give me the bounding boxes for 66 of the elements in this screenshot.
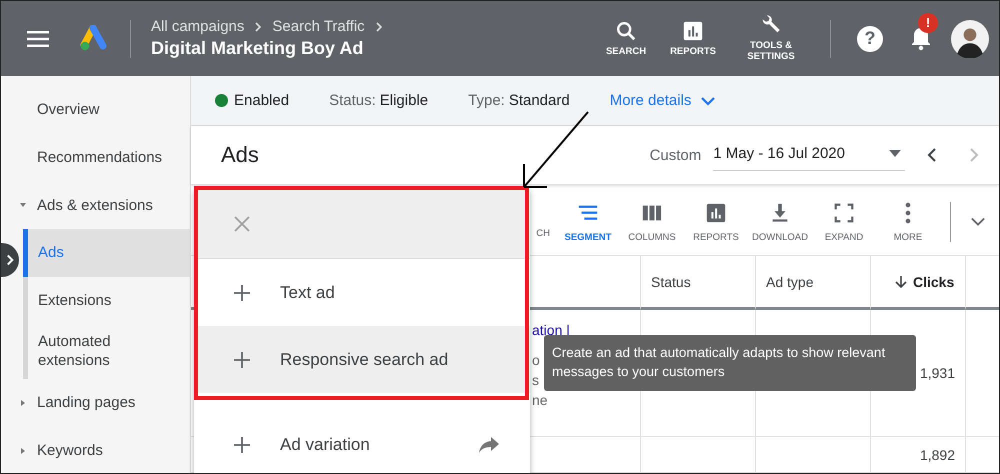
columns-button[interactable]: COLUMNS: [620, 202, 684, 242]
type-value: Standard: [508, 92, 570, 109]
table-header-cell: [966, 255, 999, 310]
page-title: Ads: [221, 142, 259, 168]
campaign-title: Digital Marketing Boy Ad: [151, 38, 364, 59]
sidebar-group[interactable]: Keywords: [37, 442, 103, 459]
ad-text: ne: [532, 391, 548, 410]
menu-icon[interactable]: [27, 30, 49, 46]
bar-chart-icon: [682, 20, 704, 42]
help-button[interactable]: ?: [857, 26, 883, 52]
sidebar-item[interactable]: Automated extensions: [28, 325, 148, 378]
expand-button[interactable]: EXPAND: [812, 202, 876, 242]
column-header[interactable]: Status: [641, 255, 756, 310]
caret-icon[interactable]: [19, 398, 27, 406]
chevron-icon: [254, 20, 262, 32]
search-icon: [615, 20, 637, 42]
plus-icon: [234, 284, 250, 300]
tooltip: Create an ad that automatically adapts to show relevant messages to your customers: [544, 335, 916, 391]
status-label: Status:: [329, 92, 376, 109]
sidebar-item[interactable]: Overview: [1, 85, 190, 133]
column-header[interactable]: Ad type: [756, 255, 871, 310]
reports-icon: [705, 202, 727, 224]
chevron-down-icon: [701, 96, 716, 106]
sidebar-group[interactable]: Ads & extensions: [37, 196, 153, 214]
reports-button[interactable]: REPORTS: [670, 20, 716, 58]
tools-button[interactable]: TOOLS & SETTINGS: [740, 14, 802, 63]
sidebar-item[interactable]: Extensions: [28, 277, 148, 325]
chevron-down-icon[interactable]: [971, 217, 985, 227]
more-icon: [905, 202, 911, 224]
segment-button[interactable]: SEGMENT: [556, 202, 620, 242]
share-arrow-icon: [478, 436, 500, 454]
download-button[interactable]: DOWNLOAD: [748, 202, 812, 242]
plus-icon: [234, 352, 250, 368]
sidebar-group[interactable]: Landing pages: [37, 394, 136, 411]
expand-icon: [833, 202, 855, 224]
search-button[interactable]: SEARCH: [606, 20, 646, 58]
breadcrumb-link[interactable]: Search Traffic: [272, 18, 365, 35]
enabled-label: Enabled: [234, 92, 290, 109]
table-cell: 1,892: [871, 437, 966, 473]
date-range-dropdown[interactable]: 1 May - 16 Jul 2020: [713, 139, 905, 171]
more-button[interactable]: MORE: [876, 202, 940, 242]
toolbar-label[interactable]: CH: [536, 228, 550, 238]
column-header[interactable]: Clicks: [871, 255, 966, 310]
type-label: Type:: [468, 92, 505, 109]
ad-text: s: [532, 371, 539, 390]
expand-sidebar-button[interactable]: [1, 243, 19, 277]
alert-badge: !: [918, 12, 938, 32]
chevron-right-icon: [6, 254, 14, 266]
plus-icon: [234, 436, 250, 452]
menu-item[interactable]: Text ad: [194, 259, 530, 326]
date-range-label: Custom: [650, 146, 702, 164]
caret-icon[interactable]: [19, 201, 27, 209]
breadcrumb-link[interactable]: All campaigns: [151, 18, 244, 35]
chevron-icon: [374, 20, 383, 32]
sort-arrow-icon: [895, 274, 907, 288]
status-value: Eligible: [380, 92, 428, 109]
logo-icon[interactable]: [80, 24, 108, 52]
reports-button[interactable]: REPORTS: [684, 202, 748, 242]
dropdown-triangle-icon: [889, 150, 901, 157]
avatar-icon[interactable]: [951, 20, 989, 58]
caret-icon[interactable]: [19, 446, 27, 454]
previous-icon[interactable]: [927, 147, 937, 163]
more-details-link[interactable]: More details: [610, 92, 716, 109]
menu-item[interactable]: Ad variation: [194, 411, 530, 473]
ad-text: o: [532, 351, 540, 370]
sidebar-item[interactable]: Recommendations: [1, 133, 190, 181]
